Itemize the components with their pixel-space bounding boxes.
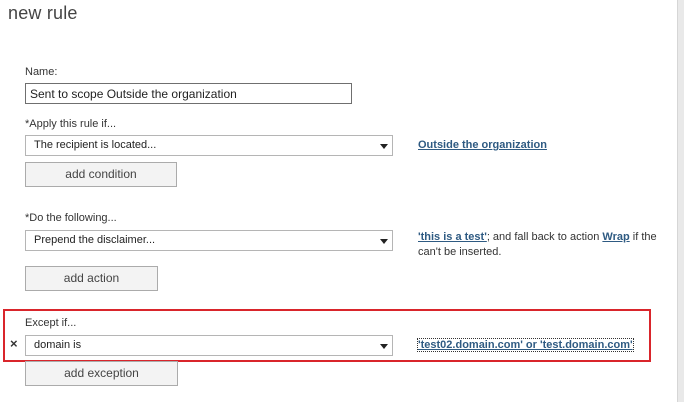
action-end-text: if the [629,231,657,243]
name-label: Name: [25,66,58,78]
page-title: new rule [8,3,78,23]
add-exception-button[interactable]: add exception [25,361,178,386]
chevron-down-icon [380,144,388,149]
action-select[interactable]: Prepend the disclaimer... [25,230,393,251]
chevron-down-icon [380,344,388,349]
add-condition-button[interactable]: add condition [25,162,177,187]
close-icon[interactable]: × [10,336,18,351]
exception-select-value: domain is [34,339,82,351]
condition-link[interactable]: Outside the organization [418,139,547,151]
condition-select-value: The recipient is located... [34,139,157,151]
action-wrap-link[interactable]: Wrap [602,231,629,243]
action-select-value: Prepend the disclaimer... [34,234,156,246]
chevron-down-icon [380,239,388,244]
condition-label: *Apply this rule if... [25,118,117,130]
exception-label: Except if... [25,317,77,329]
exception-link[interactable]: 'test02.domain.com' or 'test.domain.com' [417,338,634,352]
action-end-text-2: can't be inserted. [418,246,502,258]
exception-select[interactable]: domain is [25,335,393,356]
action-label: *Do the following... [25,212,117,224]
vertical-scrollbar[interactable] [677,0,684,402]
action-fallback-text: ; and fall back to action [486,231,603,243]
condition-select[interactable]: The recipient is located... [25,135,393,156]
action-text-link[interactable]: 'this is a test' [418,231,487,243]
add-action-button[interactable]: add action [25,266,158,291]
action-description: 'this is a test'; and fall back to actio… [418,230,680,260]
name-input[interactable]: Sent to scope Outside the organization [25,83,352,104]
